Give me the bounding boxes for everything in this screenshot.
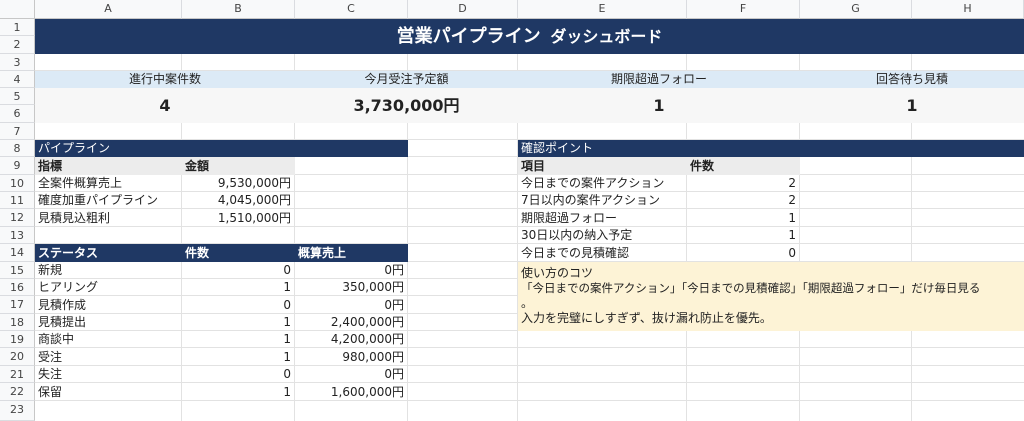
checkpoint-row-count[interactable]: 1: [687, 227, 800, 244]
kpi-value-active-deals[interactable]: 4: [35, 88, 295, 123]
spreadsheet-grid[interactable]: A B C D E F G H 1 2 3 4 5 6 7 8 9 10 11 …: [0, 0, 1024, 421]
dashboard-title: 営業パイプライン: [396, 26, 541, 47]
checkpoint-row-label[interactable]: 期限超過フォロー: [518, 209, 687, 227]
row-header-17[interactable]: 17: [0, 296, 35, 314]
checkpoints-section-title[interactable]: 確認ポイント: [518, 140, 1024, 157]
status-row-label[interactable]: 失注: [35, 366, 182, 383]
checkpoint-row-label[interactable]: 30日以内の納入予定: [518, 227, 687, 244]
row-header-3[interactable]: 3: [0, 54, 35, 71]
column-header-c[interactable]: C: [295, 0, 408, 19]
checkpoint-row-count[interactable]: 0: [687, 244, 800, 262]
row-header-14[interactable]: 14: [0, 244, 35, 262]
status-row-count[interactable]: 0: [182, 296, 295, 314]
row-header-5[interactable]: 5: [0, 88, 35, 105]
pipeline-row-label[interactable]: 確度加重パイプライン: [35, 192, 182, 209]
row-header-10[interactable]: 10: [0, 175, 35, 192]
pipeline-row-label[interactable]: 見積見込粗利: [35, 209, 182, 227]
status-row-count[interactable]: 1: [182, 331, 295, 348]
kpi-value-overdue-followups[interactable]: 1: [518, 88, 800, 123]
kpi-value-monthly-orders[interactable]: 3,730,000円: [295, 88, 518, 123]
status-row-label[interactable]: 保留: [35, 383, 182, 401]
row-header-1[interactable]: 1: [0, 19, 35, 36]
status-row-count[interactable]: 1: [182, 348, 295, 366]
kpi-value-pending-quotes[interactable]: 1: [800, 88, 1024, 123]
status-row-count[interactable]: 1: [182, 279, 295, 296]
row-header-13[interactable]: 13: [0, 227, 35, 244]
checkpoints-header-item[interactable]: 項目: [518, 157, 687, 175]
row-header-4[interactable]: 4: [0, 71, 35, 88]
row-header-15[interactable]: 15: [0, 262, 35, 279]
status-row-label[interactable]: 見積作成: [35, 296, 182, 314]
dashboard-subtitle: ダッシュボード: [550, 27, 663, 46]
status-row-label[interactable]: 商談中: [35, 331, 182, 348]
row-header-16[interactable]: 16: [0, 279, 35, 296]
row-header-22[interactable]: 22: [0, 383, 35, 401]
row-header-18[interactable]: 18: [0, 314, 35, 331]
status-row-count[interactable]: 1: [182, 314, 295, 331]
column-header-f[interactable]: F: [687, 0, 800, 19]
status-row-amount[interactable]: 0円: [295, 366, 408, 383]
row-header-2[interactable]: 2: [0, 36, 35, 54]
checkpoint-row-count[interactable]: 2: [687, 192, 800, 209]
row-header-7[interactable]: 7: [0, 123, 35, 140]
row-header-12[interactable]: 12: [0, 209, 35, 227]
pipeline-row-value[interactable]: 4,045,000円: [182, 192, 295, 209]
status-row-amount[interactable]: 1,600,000円: [295, 383, 408, 401]
tips-line: 入力を完璧にしすぎず、抜け漏れ防止を優先。: [521, 311, 772, 325]
status-row-count[interactable]: 1: [182, 383, 295, 401]
dashboard-title-banner[interactable]: 営業パイプライン ダッシュボード: [35, 19, 1024, 54]
row-header-11[interactable]: 11: [0, 192, 35, 209]
status-row-amount[interactable]: 2,400,000円: [295, 314, 408, 331]
status-row-count[interactable]: 0: [182, 262, 295, 279]
kpi-label-pending-quotes[interactable]: 回答待ち見積: [800, 71, 1024, 88]
status-header-count[interactable]: 件数: [182, 244, 295, 262]
kpi-label-active-deals[interactable]: 進行中案件数: [35, 71, 295, 88]
pipeline-row-label[interactable]: 全案件概算売上: [35, 175, 182, 192]
pipeline-row-value[interactable]: 1,510,000円: [182, 209, 295, 227]
pipeline-row-value[interactable]: 9,530,000円: [182, 175, 295, 192]
row-header-9[interactable]: 9: [0, 157, 35, 175]
kpi-label-overdue-followups[interactable]: 期限超過フォロー: [518, 71, 800, 88]
status-row-amount[interactable]: 0円: [295, 296, 408, 314]
column-header-e[interactable]: E: [518, 0, 687, 19]
row-header-21[interactable]: 21: [0, 366, 35, 383]
tips-line: 「今日までの案件アクション」「今日までの見積確認」「期限超過フォロー」だけ毎日見…: [521, 281, 981, 295]
pipeline-section-title[interactable]: パイプライン: [35, 140, 408, 157]
row-header-23[interactable]: 23: [0, 401, 35, 421]
tips-title: 使い方のコツ: [521, 266, 594, 280]
tips-box[interactable]: 使い方のコツ 「今日までの案件アクション」「今日までの見積確認」「期限超過フォロ…: [518, 262, 1024, 331]
kpi-label-monthly-orders[interactable]: 今月受注予定額: [295, 71, 518, 88]
row-header-20[interactable]: 20: [0, 348, 35, 366]
status-row-label[interactable]: 新規: [35, 262, 182, 279]
checkpoints-header-count[interactable]: 件数: [687, 157, 800, 175]
select-all-corner[interactable]: [0, 0, 35, 19]
row-header-19[interactable]: 19: [0, 331, 35, 348]
checkpoint-row-count[interactable]: 1: [687, 209, 800, 227]
column-header-h[interactable]: H: [912, 0, 1024, 19]
checkpoint-row-label[interactable]: 7日以内の案件アクション: [518, 192, 687, 209]
status-row-label[interactable]: 受注: [35, 348, 182, 366]
checkpoint-row-count[interactable]: 2: [687, 175, 800, 192]
status-row-label[interactable]: ヒアリング: [35, 279, 182, 296]
pipeline-header-amount[interactable]: 金額: [182, 157, 295, 175]
row-header-6[interactable]: 6: [0, 105, 35, 123]
status-header-amount[interactable]: 概算売上: [295, 244, 408, 262]
column-header-g[interactable]: G: [800, 0, 912, 19]
status-row-count[interactable]: 0: [182, 366, 295, 383]
status-row-label[interactable]: 見積提出: [35, 314, 182, 331]
status-row-amount[interactable]: 4,200,000円: [295, 331, 408, 348]
row-header-8[interactable]: 8: [0, 140, 35, 157]
status-row-amount[interactable]: 350,000円: [295, 279, 408, 296]
status-row-amount[interactable]: 0円: [295, 262, 408, 279]
pipeline-header-metric[interactable]: 指標: [35, 157, 182, 175]
column-header-a[interactable]: A: [35, 0, 182, 19]
column-header-b[interactable]: B: [182, 0, 295, 19]
status-header-status[interactable]: ステータス: [35, 244, 182, 262]
status-row-amount[interactable]: 980,000円: [295, 348, 408, 366]
tips-line: 。: [521, 296, 534, 310]
checkpoint-row-label[interactable]: 今日までの見積確認: [518, 244, 687, 262]
column-header-d[interactable]: D: [408, 0, 518, 19]
checkpoint-row-label[interactable]: 今日までの案件アクション: [518, 175, 687, 192]
